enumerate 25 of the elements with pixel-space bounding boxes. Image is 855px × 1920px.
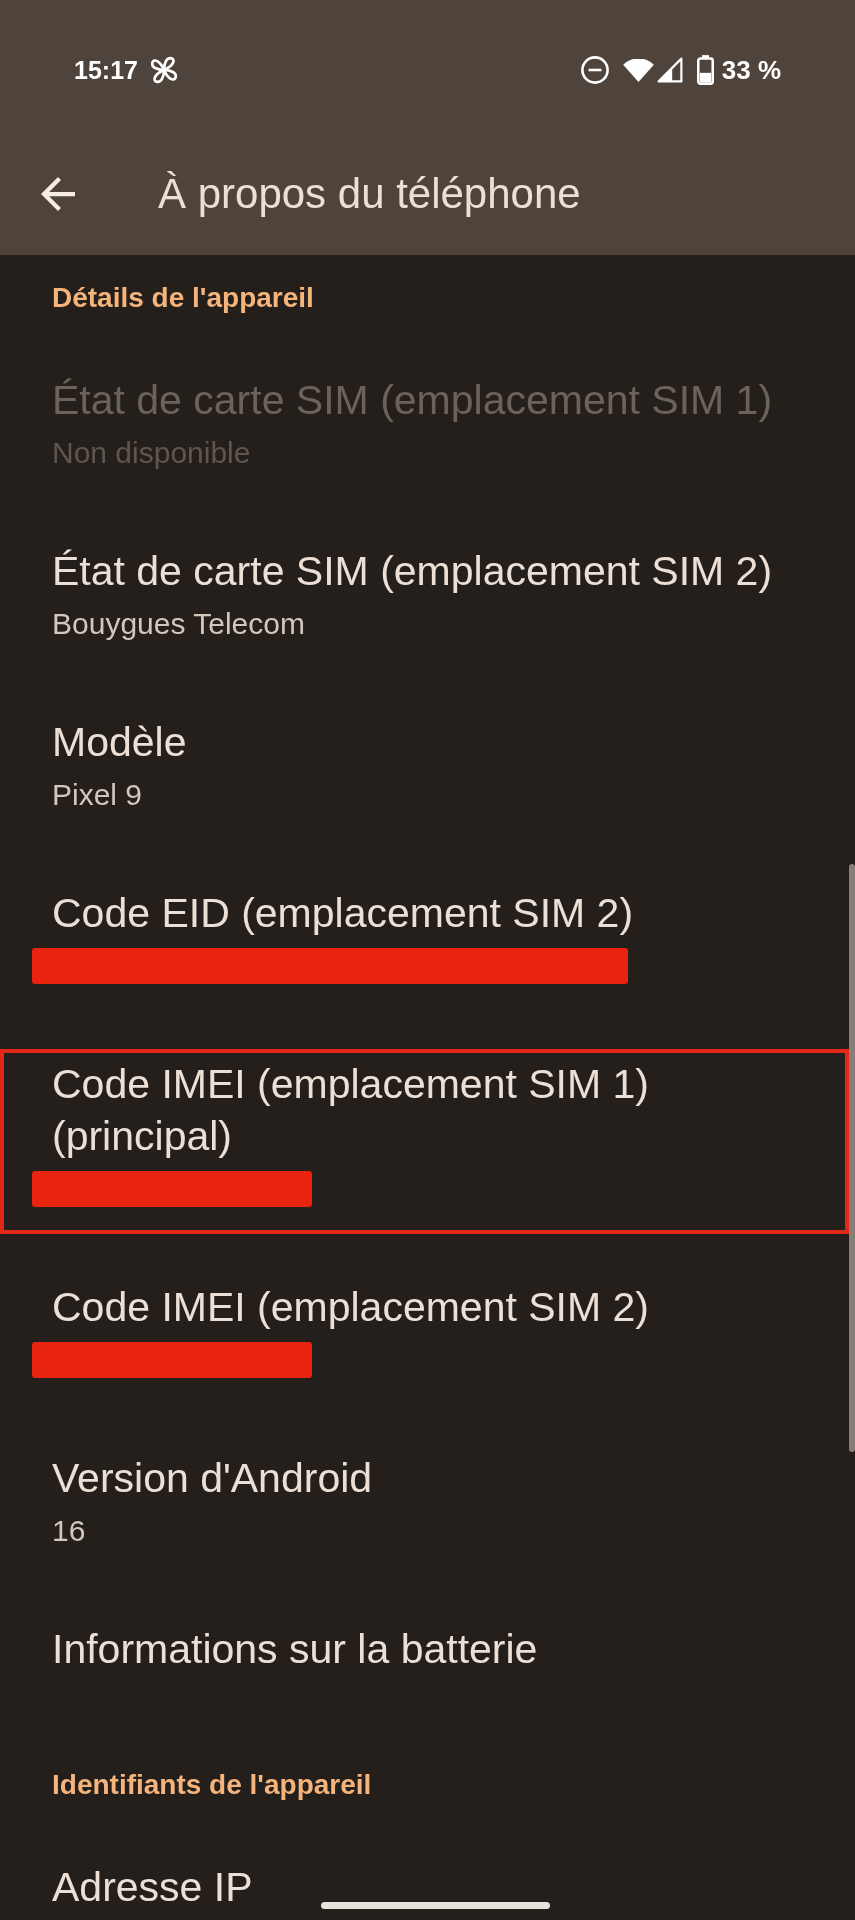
- battery-percent: 33 %: [721, 55, 781, 85]
- navigation-handle[interactable]: [321, 1902, 550, 1909]
- setting-title[interactable]: Version d'Android: [52, 1452, 373, 1504]
- setting-summary: Pixel 9: [52, 777, 143, 813]
- setting-title[interactable]: État de carte SIM (emplacement SIM 2): [52, 545, 773, 597]
- setting-title[interactable]: Code IMEI (emplacement SIM 2): [52, 1281, 649, 1333]
- wifi-icon: [622, 58, 654, 82]
- setting-title[interactable]: Code EID (emplacement SIM 2): [52, 887, 634, 939]
- setting-summary: Non disponible: [52, 435, 251, 471]
- setting-summary: Bouygues Telecom: [52, 606, 305, 642]
- pinwheel-icon: [148, 55, 179, 85]
- page-title: À propos du téléphone: [158, 168, 581, 219]
- setting-title[interactable]: Modèle: [52, 716, 187, 768]
- setting-title[interactable]: Code IMEI (emplacement SIM 1) (principal): [52, 1058, 831, 1162]
- setting-title[interactable]: Adresse IP: [52, 1861, 253, 1913]
- do-not-disturb-icon: [580, 56, 609, 84]
- setting-summary: 16: [52, 1513, 86, 1549]
- back-arrow-icon[interactable]: [41, 176, 75, 211]
- signal-icon: [656, 57, 683, 83]
- section-header: Détails de l'appareil: [51, 281, 315, 315]
- scrollbar[interactable]: [849, 864, 855, 1452]
- status-time: 15:17: [74, 55, 138, 85]
- battery-icon: [696, 55, 714, 85]
- setting-title[interactable]: Informations sur la batterie: [52, 1623, 538, 1675]
- section-header: Identifiants de l'appareil: [51, 1768, 373, 1802]
